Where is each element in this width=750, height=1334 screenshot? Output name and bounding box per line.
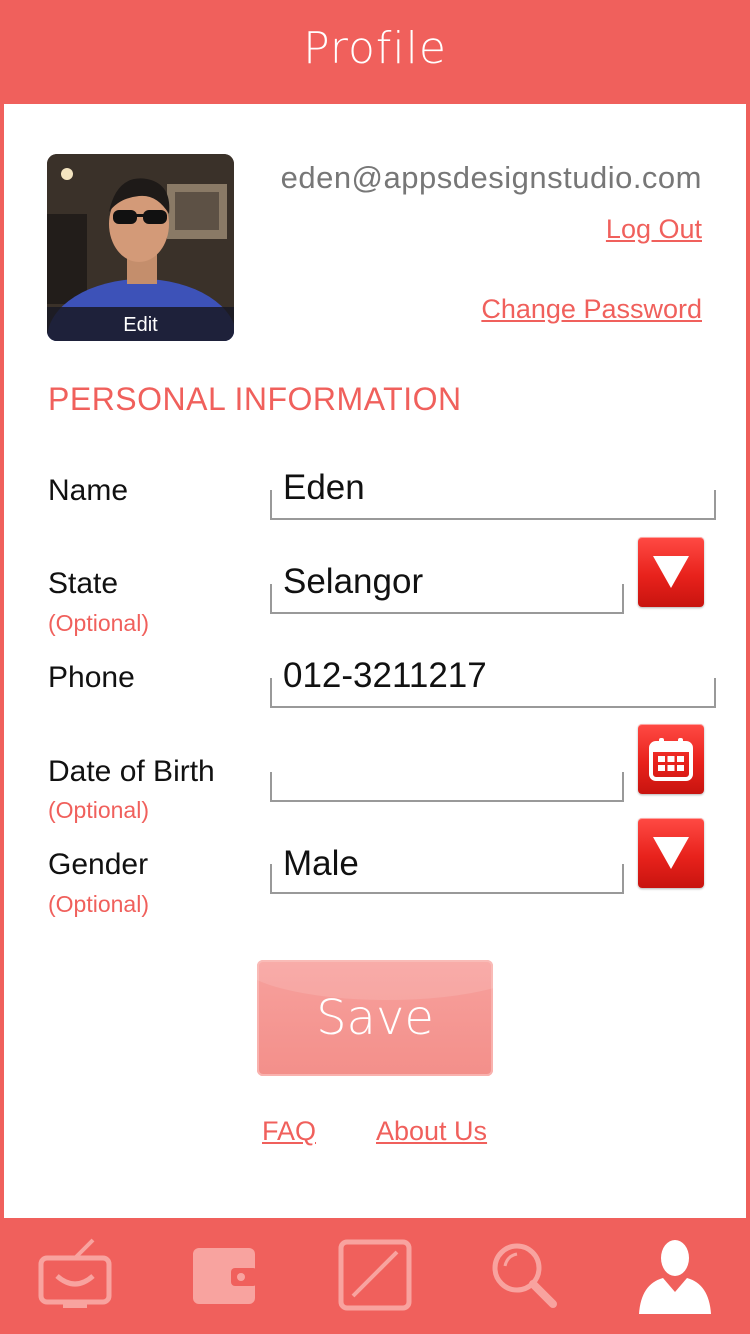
tab-tv[interactable] [0,1218,150,1334]
dob-label: Date of Birth [48,755,215,788]
search-icon [492,1243,557,1308]
header-bar: Profile [0,0,750,104]
triangle-down-icon [653,556,689,588]
state-dropdown-button[interactable] [638,537,704,607]
dob-field[interactable] [270,772,624,802]
change-password-link[interactable]: Change Password [481,294,702,325]
gender-dropdown-button[interactable] [638,818,704,888]
page-title: Profile [303,22,447,74]
faq-link[interactable]: FAQ [262,1116,316,1147]
tab-expand[interactable] [300,1218,450,1334]
avatar[interactable]: Edit [47,154,234,341]
expand-icon [338,1239,412,1311]
state-optional-label: (Optional) [48,610,149,636]
phone-value: 012-3211217 [283,656,487,695]
about-us-link[interactable]: About Us [376,1116,487,1147]
tv-icon [38,1238,112,1308]
state-label: State [48,567,119,600]
name-label: Name [48,474,129,507]
state-value: Selangor [283,562,424,601]
triangle-down-icon [653,837,689,869]
profile-content: Edit eden@appsdesignstudio.com Log Out C… [4,104,746,1218]
save-button[interactable]: Save [257,960,493,1076]
gender-optional-label: (Optional) [48,891,149,917]
tab-profile[interactable] [600,1218,750,1334]
dob-optional-label: (Optional) [48,797,149,823]
wallet-icon [193,1248,257,1304]
user-icon [639,1240,711,1314]
avatar-edit-label[interactable]: Edit [47,307,234,341]
tab-wallet[interactable] [150,1218,300,1334]
phone-label: Phone [48,661,135,694]
logout-link[interactable]: Log Out [606,214,702,245]
calendar-icon [649,738,693,781]
tab-search[interactable] [450,1218,600,1334]
name-value: Eden [283,468,365,507]
personal-info-heading: PERSONAL INFORMATION [48,381,462,417]
gender-value: Male [283,844,359,883]
calendar-button[interactable] [638,724,704,794]
gender-label: Gender [48,848,149,881]
tab-bar [0,1218,750,1334]
user-email: eden@appsdesignstudio.com [280,160,702,195]
